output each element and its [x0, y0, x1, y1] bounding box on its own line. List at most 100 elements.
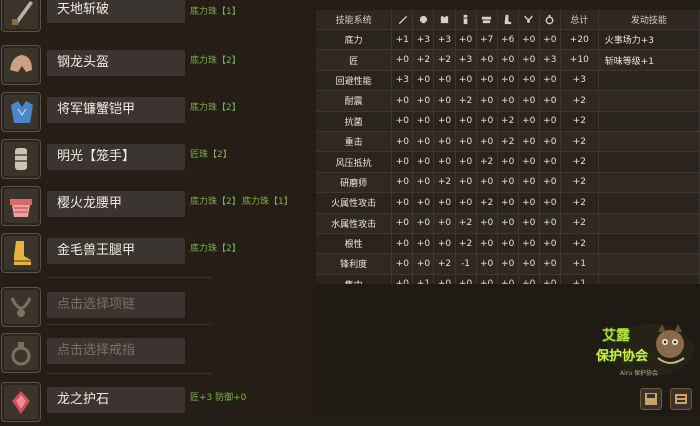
charm-icon[interactable]	[1, 382, 41, 422]
skill-value-cell: +0	[476, 70, 498, 92]
skill-value-cell: +0	[539, 151, 561, 173]
skill-value-cell: +0	[518, 253, 540, 275]
ring-icon[interactable]	[1, 333, 41, 373]
skill-value-cell: +2	[412, 49, 435, 71]
skill-value-cell: +0	[539, 131, 561, 153]
leg-armor-icon[interactable]	[1, 233, 41, 273]
equipment-name[interactable]: 点击选择戒指	[47, 338, 185, 364]
skill-value-cell: +2	[455, 213, 477, 234]
waist-armor-icon[interactable]	[1, 186, 41, 226]
header-leg-icon	[497, 10, 519, 30]
table-row: 水属性攻击 +0 +0 +0 +2 +0 +0 +0 +0 +2	[316, 213, 700, 234]
triggered-skill-cell: 斩味等级+1	[598, 49, 700, 71]
skill-value-cell: +0	[497, 70, 519, 92]
equipment-name[interactable]: 天地斩破	[47, 0, 185, 23]
equipment-slot[interactable]: 点击选择戒指	[0, 331, 310, 377]
skill-name-cell: 研磨师	[316, 172, 393, 194]
skill-value-cell: +0	[518, 151, 540, 173]
equipment-slot[interactable]: 龙之护石 匠+3 防御+0	[0, 380, 310, 426]
equipment-slot[interactable]: 天地斩破 底力珠【1】	[0, 0, 310, 36]
skill-value-cell: +0	[518, 111, 540, 132]
table-row: 锋利度 +0 +0 +2 -1 +0 +0 +0 +0 +1	[316, 253, 700, 275]
skill-value-cell: +3	[412, 29, 435, 51]
triggered-skill-cell	[598, 253, 700, 275]
skill-value-cell: +2	[455, 233, 477, 255]
triggered-skill-cell: 火事场力+3	[598, 29, 700, 51]
skill-name-cell: 匠	[316, 49, 393, 71]
skill-value-cell: +0	[497, 253, 519, 275]
chest-armor-icon[interactable]	[1, 92, 41, 132]
equipment-name[interactable]: 樱火龙腰甲	[47, 191, 185, 217]
equipment-name[interactable]: 点击选择项链	[47, 292, 185, 318]
skill-value-cell: +0	[433, 233, 456, 255]
skill-value-cell: +0	[412, 131, 435, 153]
skill-value-cell: +0	[433, 192, 456, 214]
skill-value-cell: +0	[539, 233, 561, 255]
header-skill: 技能系统	[316, 10, 393, 30]
skill-total-cell: +2	[560, 233, 599, 255]
skill-value-cell: +0	[476, 253, 498, 275]
helmet-icon[interactable]	[1, 45, 41, 85]
skill-value-cell: +0	[391, 253, 414, 275]
equipment-slot[interactable]: 钢龙头盔 底力珠【2】	[0, 43, 310, 89]
skill-total-cell: +2	[560, 151, 599, 173]
save-icon-button[interactable]	[640, 388, 662, 410]
skill-value-cell: +0	[518, 172, 540, 194]
skill-total-cell: +1	[560, 253, 599, 275]
skill-value-cell: -1	[455, 253, 477, 275]
skill-value-cell: +0	[412, 111, 435, 132]
equipment-name[interactable]: 金毛兽王腿甲	[47, 238, 185, 264]
triggered-skill-cell	[598, 233, 700, 255]
skill-value-cell: +2	[497, 131, 519, 153]
equipment-name[interactable]: 钢龙头盔	[47, 50, 185, 76]
skill-value-cell: +2	[497, 111, 519, 132]
equipment-slot[interactable]: 将军镰蟹铠甲 底力珠【2】	[0, 90, 310, 136]
skill-name-cell: 风压抵抗	[316, 151, 393, 173]
jewel-label: 底力珠【2】	[190, 103, 241, 113]
header-necklace-icon	[518, 10, 540, 30]
skill-total-cell: +2	[560, 172, 599, 194]
skill-value-cell: +0	[412, 213, 435, 234]
skill-value-cell: +0	[391, 131, 414, 153]
equipment-slot[interactable]: 金毛兽王腿甲 底力珠【2】	[0, 231, 310, 277]
equipment-name[interactable]: 明光【笼手】	[47, 144, 185, 170]
skill-value-cell: +3	[455, 49, 477, 71]
header-total: 总计	[560, 10, 599, 30]
skill-value-cell: +0	[476, 233, 498, 255]
weapon-icon[interactable]	[1, 0, 41, 32]
skills-table: 技能系统 总计 发动技能 底力 +1 +3 +3 +0 +7 +6 +0 +0 …	[316, 10, 700, 296]
skill-value-cell: +3	[539, 49, 561, 71]
skill-value-cell: +0	[497, 192, 519, 214]
skill-value-cell: +0	[433, 90, 456, 112]
equipment-slot[interactable]: 明光【笼手】 匠珠【2】	[0, 137, 310, 183]
table-row: 重击 +0 +0 +0 +0 +0 +2 +0 +0 +2	[316, 131, 700, 153]
necklace-icon[interactable]	[1, 287, 41, 327]
skill-value-cell: +0	[518, 49, 540, 71]
skill-total-cell: +3	[560, 70, 599, 92]
table-row: 根性 +0 +0 +0 +2 +0 +0 +0 +0 +2	[316, 233, 700, 255]
logo-subtitle: Airu 保护协会	[620, 370, 658, 377]
gauntlet-icon[interactable]	[1, 139, 41, 179]
jewel-label: 底力珠【2】	[190, 56, 241, 66]
skill-value-cell: +3	[433, 29, 456, 51]
skill-total-cell: +2	[560, 111, 599, 132]
skill-value-cell: +0	[518, 192, 540, 214]
skill-value-cell: +0	[476, 131, 498, 153]
table-row: 风压抵抗 +0 +0 +0 +0 +2 +0 +0 +0 +2	[316, 151, 700, 173]
table-row: 研磨师 +0 +0 +2 +0 +0 +0 +0 +0 +2	[316, 172, 700, 194]
table-row: 火属性攻击 +0 +0 +0 +0 +2 +0 +0 +0 +2	[316, 192, 700, 214]
load-icon-button[interactable]	[670, 388, 692, 410]
table-header-row: 技能系统 总计 发动技能	[316, 10, 700, 30]
skill-value-cell: +0	[455, 151, 477, 173]
logo-text-line1: 艾露	[602, 328, 630, 344]
skill-value-cell: +0	[391, 111, 414, 132]
skill-value-cell: +6	[497, 29, 519, 51]
jewel-label: 底力珠【1】	[190, 7, 241, 17]
skill-value-cell: +0	[455, 131, 477, 153]
skill-value-cell: +2	[476, 192, 498, 214]
equipment-name[interactable]: 将军镰蟹铠甲	[47, 97, 185, 123]
skill-name-cell: 重击	[316, 131, 393, 153]
equipment-name[interactable]: 龙之护石	[47, 387, 185, 413]
skill-name-cell: 底力	[316, 29, 393, 51]
equipment-slot[interactable]: 樱火龙腰甲 底力珠【2】 底力珠【1】	[0, 184, 310, 230]
